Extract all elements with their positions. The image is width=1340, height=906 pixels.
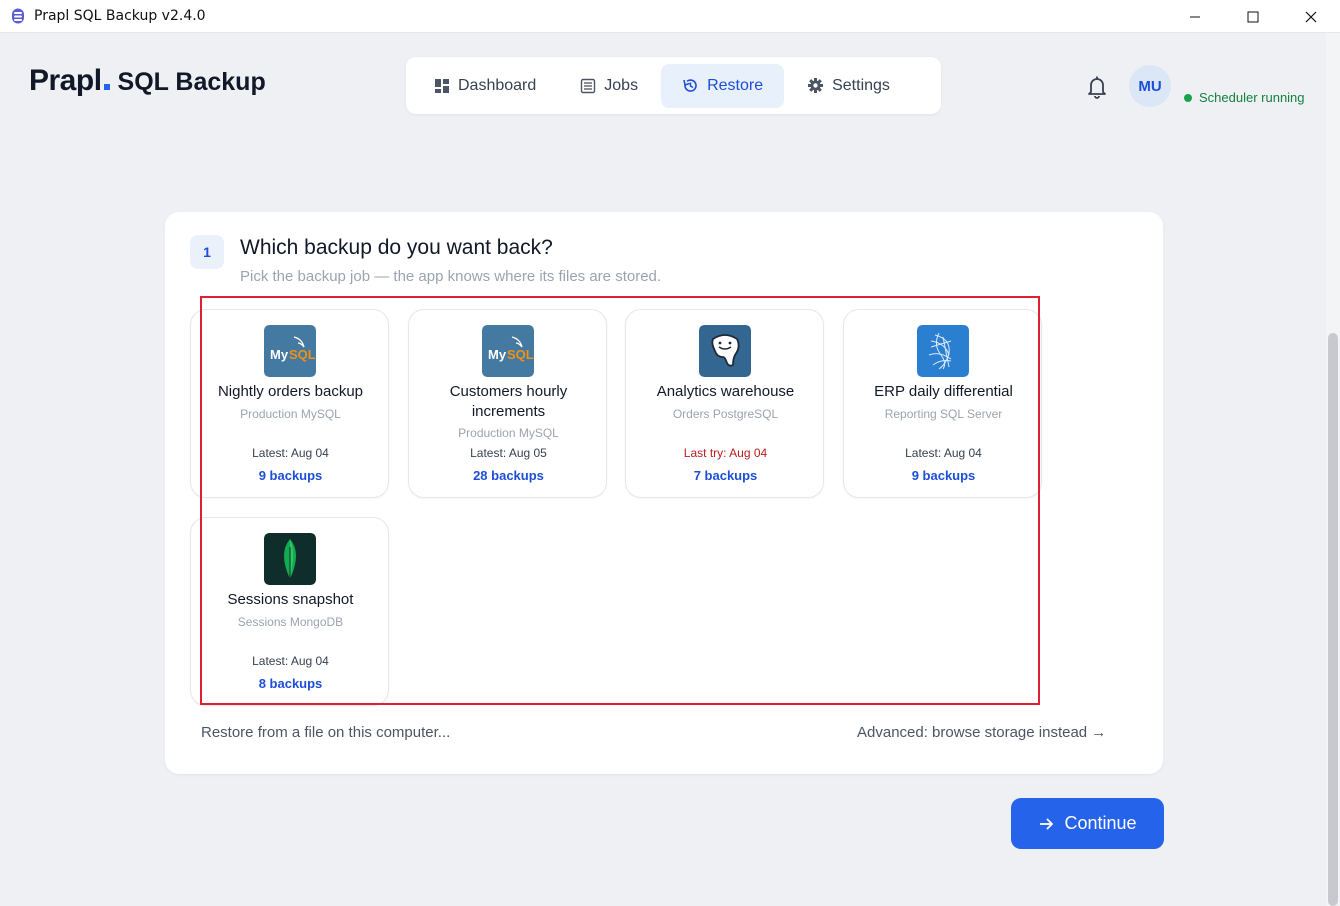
- dashboard-icon: [435, 78, 449, 93]
- selection-highlight: [200, 296, 1040, 705]
- brand: Prapl SQL Backup: [29, 64, 266, 98]
- nav-restore[interactable]: Restore: [661, 63, 785, 108]
- restore-from-file-link[interactable]: Restore from a file on this computer...: [201, 724, 450, 741]
- gear-icon: [808, 78, 824, 93]
- backup-selection-card: 1 Which backup do you want back? Pick th…: [165, 212, 1163, 774]
- brand-logo: Prapl: [29, 64, 102, 97]
- step-title: Which backup do you want back?: [240, 236, 553, 259]
- step-badge: 1: [190, 235, 224, 269]
- app-icon: [12, 8, 24, 24]
- nav-dashboard[interactable]: Dashboard: [413, 64, 557, 108]
- continue-label: Continue: [1064, 813, 1137, 833]
- nav-jobs-label: Jobs: [604, 76, 639, 94]
- nav-jobs[interactable]: Jobs: [559, 64, 659, 108]
- scheduler-status-label: Scheduler running: [1199, 90, 1305, 105]
- close-icon: [1305, 11, 1317, 22]
- minimize-icon: [1190, 16, 1200, 17]
- maximize-icon: [1247, 11, 1259, 22]
- bell-icon[interactable]: [1085, 74, 1109, 100]
- avatar[interactable]: MU: [1129, 65, 1171, 107]
- nav-restore-label: Restore: [707, 76, 764, 94]
- scrollbar-thumb[interactable]: [1328, 333, 1338, 906]
- advanced-browse-link[interactable]: Advanced: browse storage instead →: [857, 724, 1106, 741]
- nav-dashboard-label: Dashboard: [458, 76, 537, 94]
- status-dot-icon: [1184, 93, 1192, 102]
- continue-button[interactable]: Continue: [1011, 798, 1164, 849]
- arrow-right-icon: [1040, 817, 1054, 830]
- nav-settings-label: Settings: [832, 76, 890, 94]
- restore-icon: [683, 79, 697, 92]
- nav-settings[interactable]: Settings: [786, 64, 911, 108]
- product-name: SQL Backup: [117, 68, 266, 96]
- minimize-button[interactable]: [1166, 0, 1224, 33]
- window-title: Prapl SQL Backup v2.4.0: [34, 8, 206, 24]
- main-nav: Dashboard Jobs Restore Settings: [406, 57, 941, 114]
- title-bar: Prapl SQL Backup v2.4.0: [0, 0, 1340, 33]
- scheduler-status: Scheduler running: [1184, 90, 1305, 105]
- list-icon: [581, 78, 596, 93]
- maximize-button[interactable]: [1224, 0, 1282, 33]
- brand-dot: [103, 84, 110, 90]
- step-subtitle: Pick the backup job — the app knows wher…: [240, 268, 662, 285]
- close-button[interactable]: [1282, 0, 1340, 33]
